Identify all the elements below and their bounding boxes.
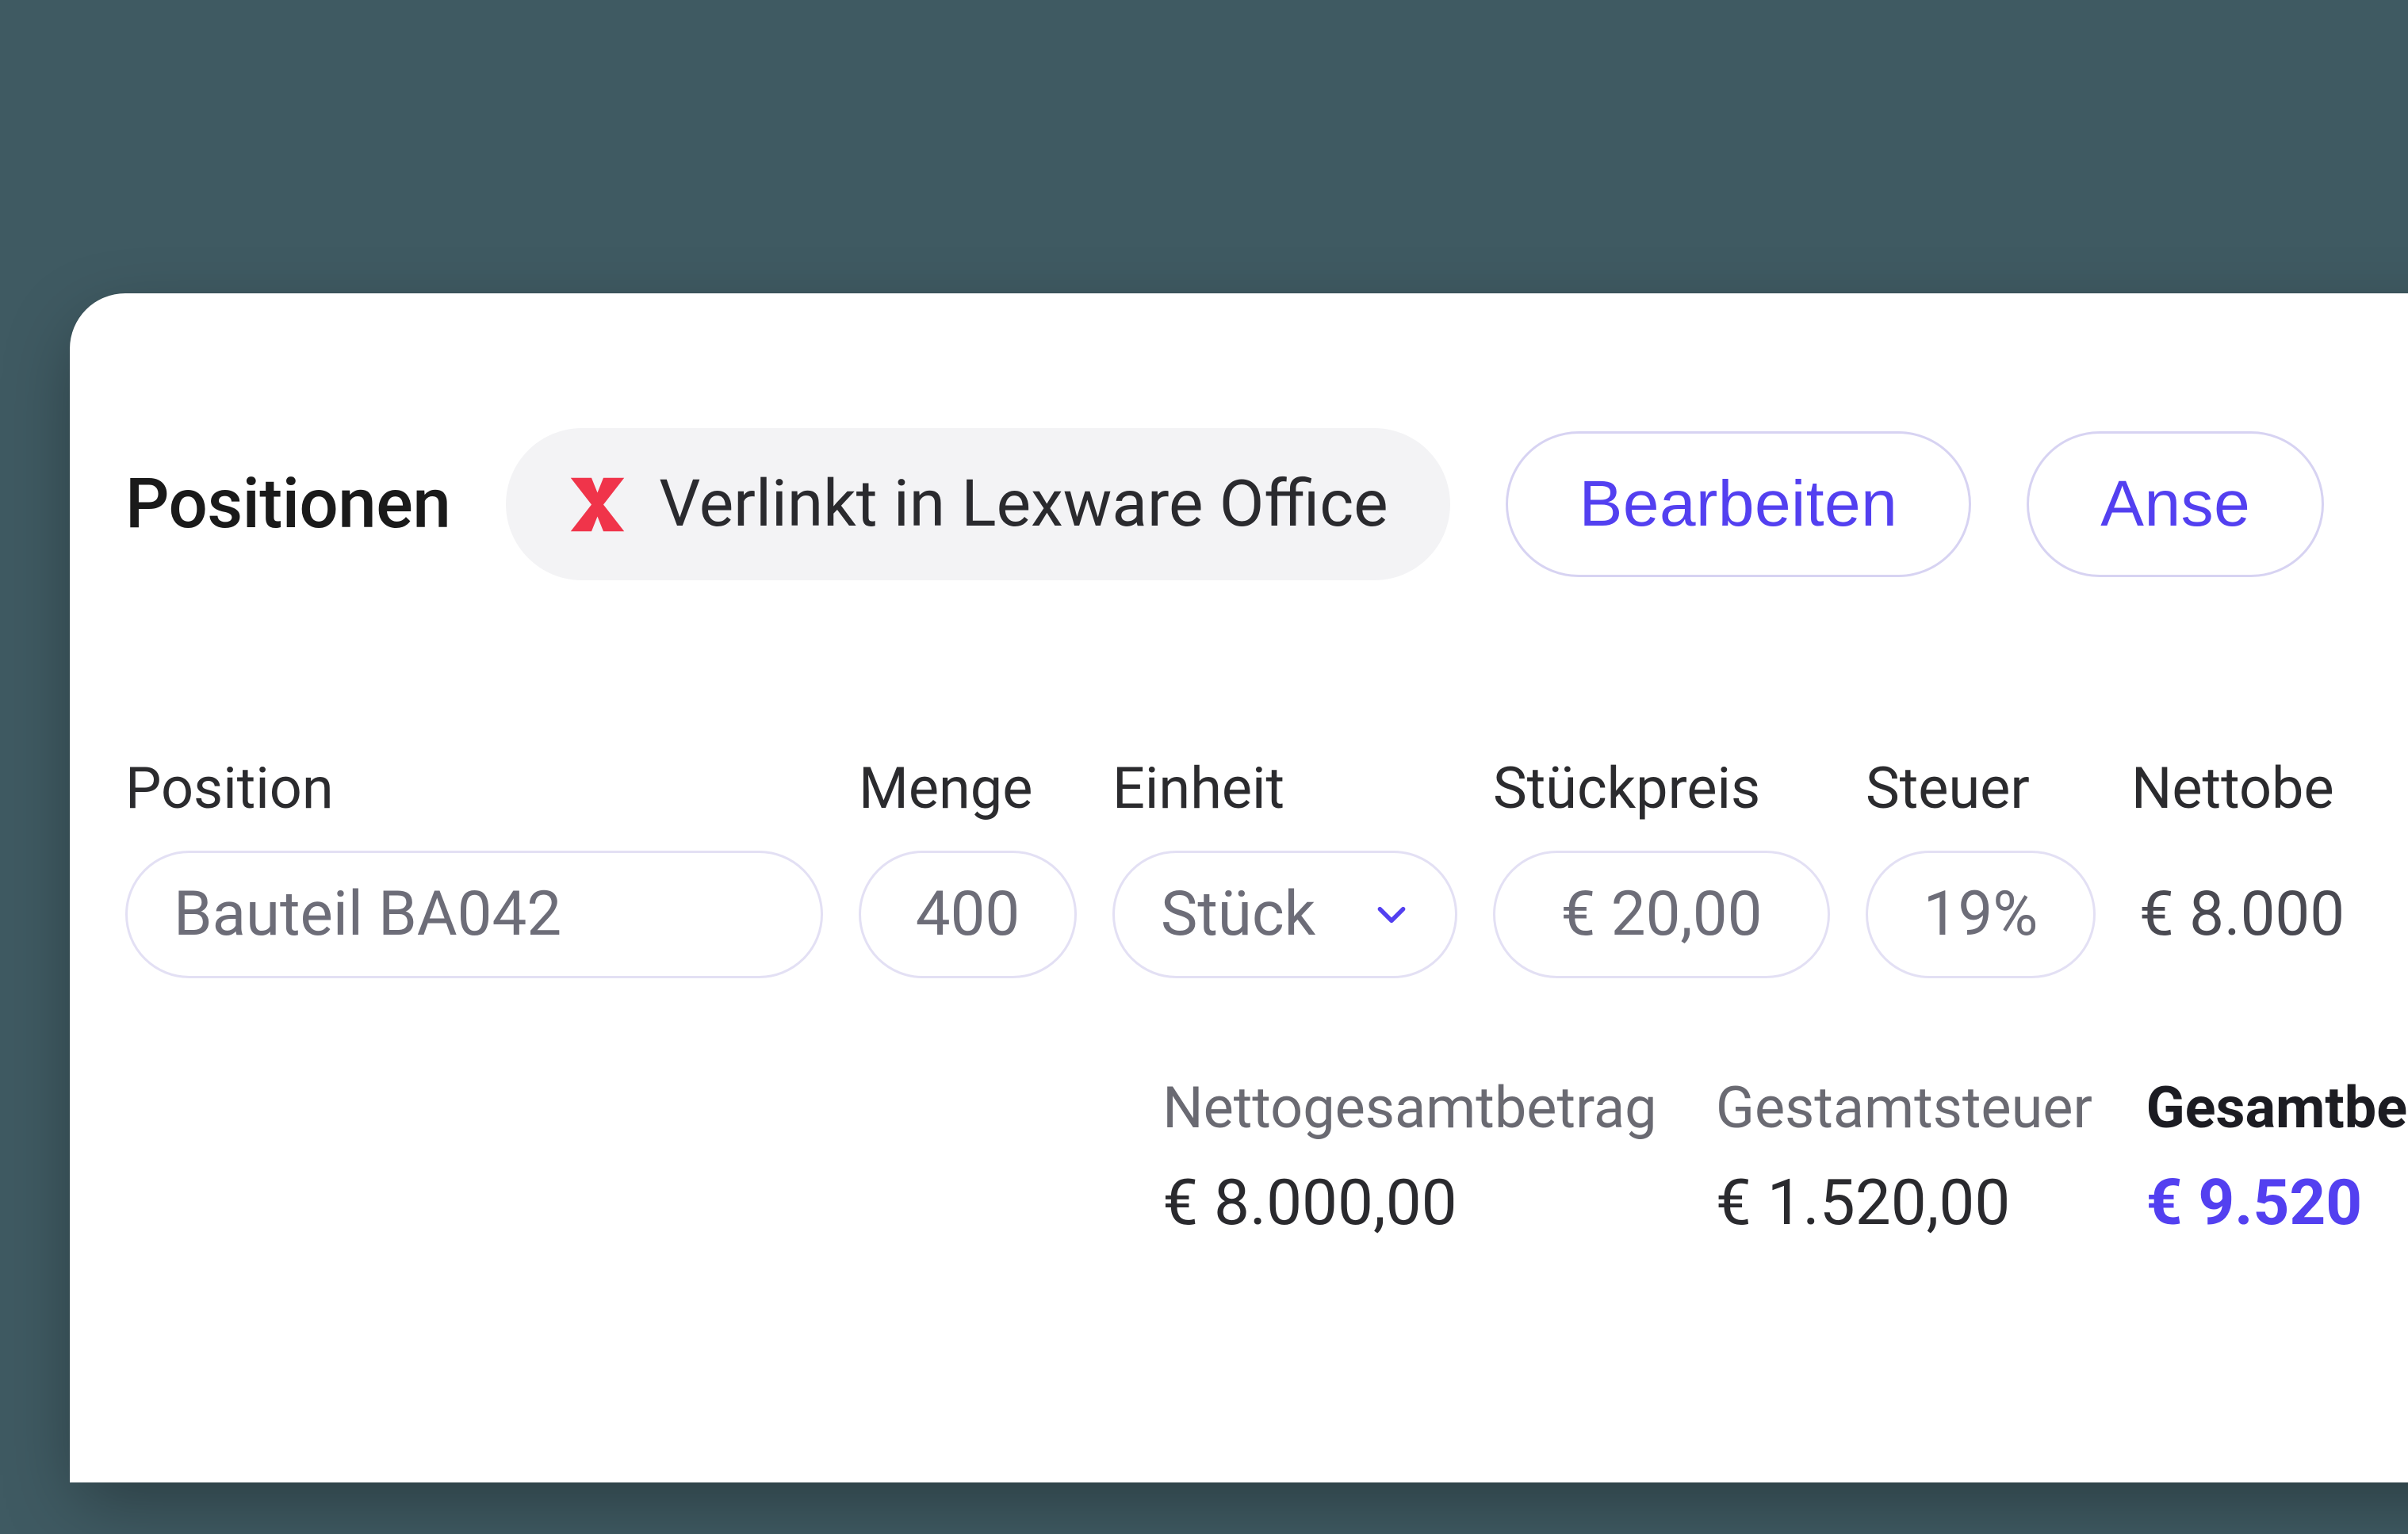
line-item-row: Bauteil BA042 400 Stück € 20,00 19% bbox=[125, 850, 2408, 979]
position-input[interactable]: Bauteil BA042 bbox=[125, 851, 823, 978]
net-total-label: Nettogesamtbetrag bbox=[1162, 1074, 1716, 1142]
line-net-value: € 8.000 bbox=[2131, 850, 2408, 979]
quantity-input[interactable]: 400 bbox=[859, 851, 1077, 978]
edit-button[interactable]: Bearbeiten bbox=[1506, 431, 1972, 577]
lexware-x-icon bbox=[568, 475, 627, 534]
linked-chip[interactable]: Verlinkt in Lexware Office bbox=[506, 428, 1449, 580]
col-label-netto: Nettobe bbox=[2131, 755, 2408, 822]
totals-row: Nettogesamtbetrag € 8.000,00 Gestamtsteu… bbox=[125, 1074, 2408, 1240]
unit-select-value: Stück bbox=[1161, 878, 1315, 951]
grand-total-value: € 9.520 bbox=[2146, 1165, 2408, 1240]
position-input-value: Bauteil BA042 bbox=[174, 878, 561, 951]
edit-button-label: Bearbeiten bbox=[1579, 467, 1898, 541]
tax-value: 19% bbox=[1924, 878, 2039, 951]
unit-price-value: € 20,00 bbox=[1561, 878, 1763, 951]
col-label-menge: Menge bbox=[859, 755, 1077, 822]
tax-input[interactable]: 19% bbox=[1866, 851, 2096, 978]
view-button[interactable]: Anse bbox=[2027, 431, 2324, 577]
grand-total-label: Gesamtbe bbox=[2146, 1074, 2408, 1142]
section-title: Positionen bbox=[125, 464, 450, 545]
quantity-input-value: 400 bbox=[916, 878, 1020, 951]
column-labels: Position Menge Einheit Stückpreis Steuer… bbox=[125, 755, 2408, 822]
view-button-label: Anse bbox=[2100, 467, 2250, 541]
tax-total-value: € 1.520,00 bbox=[1716, 1165, 2146, 1240]
tax-total-label: Gestamtsteuer bbox=[1716, 1074, 2146, 1142]
net-total-value: € 8.000,00 bbox=[1162, 1165, 1716, 1240]
positions-card: Positionen Verlinkt in Lexware Office Be… bbox=[70, 293, 2408, 1482]
chevron-down-icon bbox=[1374, 897, 1409, 932]
unit-select[interactable]: Stück bbox=[1112, 851, 1457, 978]
linked-chip-label: Verlinkt in Lexware Office bbox=[659, 466, 1388, 542]
col-label-stueckpreis: Stückpreis bbox=[1493, 755, 1830, 822]
unit-price-input[interactable]: € 20,00 bbox=[1493, 851, 1830, 978]
col-label-einheit: Einheit bbox=[1112, 755, 1457, 822]
col-label-position: Position bbox=[125, 755, 823, 822]
header-row: Positionen Verlinkt in Lexware Office Be… bbox=[125, 428, 2408, 580]
col-label-steuer: Steuer bbox=[1866, 755, 2096, 822]
